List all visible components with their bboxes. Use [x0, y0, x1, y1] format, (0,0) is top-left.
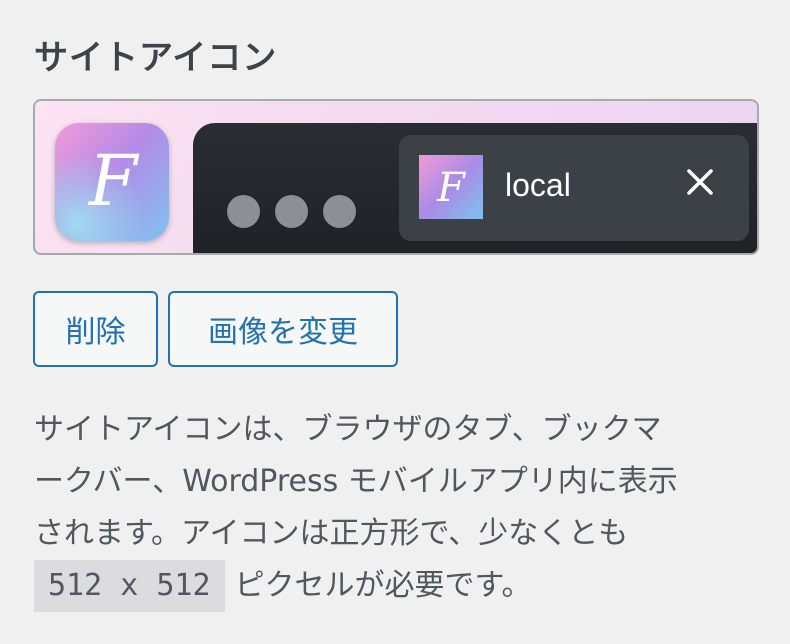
window-dot-icon	[227, 195, 260, 228]
app-icon: F	[55, 123, 169, 241]
close-icon	[683, 165, 717, 199]
description: サイトアイコンは、ブラウザのタブ、ブックマ ークバー、WordPress モバイ…	[34, 404, 774, 612]
window-dot-icon	[275, 195, 308, 228]
description-line: されます。アイコンは正方形で、少なくとも	[34, 516, 629, 551]
description-suffix: ピクセルが必要です。	[234, 568, 532, 603]
remove-button[interactable]: 削除	[33, 291, 158, 367]
description-line: ークバー、WordPress モバイルアプリ内に表示	[34, 464, 678, 499]
description-line: サイトアイコンは、ブラウザのタブ、ブックマ	[34, 412, 662, 447]
app-icon-letter: F	[87, 140, 140, 222]
favicon-letter: F	[436, 165, 466, 211]
window-dot-icon	[323, 195, 356, 228]
section-title: サイトアイコン	[34, 38, 278, 78]
site-icon-preview: F F local	[33, 99, 759, 255]
description-line: 512 x 512 ピクセルが必要です。	[34, 560, 774, 612]
browser-preview: F local	[193, 123, 757, 253]
site-icon-panel: サイトアイコン F F local 削除 画像を変更 サイトアイコンは、ブラウザ…	[0, 0, 790, 644]
tab-favicon-icon: F	[419, 155, 483, 219]
browser-tab: F local	[399, 135, 749, 241]
size-code: 512 x 512	[34, 560, 225, 612]
app-icon-graphic: F	[55, 123, 169, 241]
tab-label: local	[505, 167, 571, 203]
change-image-button[interactable]: 画像を変更	[168, 291, 398, 367]
